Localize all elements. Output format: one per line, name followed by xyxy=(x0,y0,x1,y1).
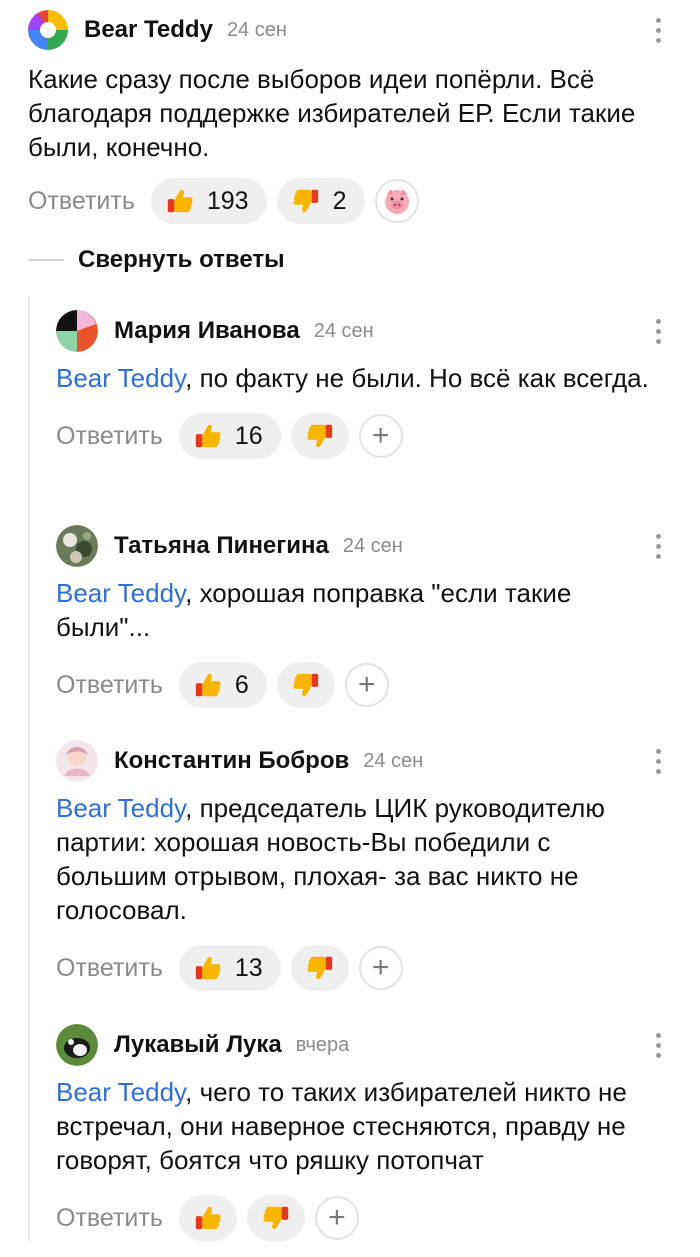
plus-icon: + xyxy=(371,419,390,452)
author-name[interactable]: Лукавый Лука xyxy=(114,1031,282,1059)
reply-button[interactable]: Ответить xyxy=(56,671,163,700)
author-name[interactable]: Bear Teddy xyxy=(84,16,213,44)
thumbs-down-icon xyxy=(261,1203,291,1233)
comment-1: Bear Teddy 24 сен Какие сразу после выбо… xyxy=(28,10,668,224)
plus-icon: + xyxy=(358,668,376,701)
thumbs-up-icon xyxy=(193,953,223,983)
like-button[interactable]: 16 xyxy=(178,413,281,459)
reply-button[interactable]: Ответить xyxy=(56,1204,163,1233)
mention-link[interactable]: Bear Teddy xyxy=(56,793,185,823)
like-count: 16 xyxy=(234,421,263,450)
more-icon[interactable] xyxy=(648,1027,668,1063)
comment-text: Bear Teddy, чего то таких избирателей ни… xyxy=(56,1077,627,1175)
comment-3: Татьяна Пинегина 24 сен Bear Teddy, хоро… xyxy=(56,525,668,708)
thumbs-down-icon xyxy=(305,421,335,451)
reply-button[interactable]: Ответить xyxy=(28,187,135,216)
dislike-button[interactable] xyxy=(290,945,349,991)
collapse-replies-label: Свернуть ответы xyxy=(78,246,285,273)
mention-link[interactable]: Bear Teddy xyxy=(56,363,185,393)
add-reaction-button[interactable]: + xyxy=(314,1196,359,1240)
thumbs-down-icon xyxy=(305,953,335,983)
avatar[interactable] xyxy=(28,10,68,50)
comment-2: Мария Иванова 24 сен Bear Teddy, по факт… xyxy=(56,310,668,459)
avatar[interactable] xyxy=(56,740,98,782)
more-icon[interactable] xyxy=(648,743,668,779)
mention-link[interactable]: Bear Teddy xyxy=(56,578,185,608)
comment-time: 24 сен xyxy=(363,749,424,772)
thumbs-up-icon xyxy=(165,186,195,216)
add-reaction-button[interactable]: + xyxy=(344,663,389,707)
like-button[interactable] xyxy=(178,1195,237,1241)
author-name[interactable]: Константин Бобров xyxy=(114,747,349,775)
comment-time: 24 сен xyxy=(226,18,287,41)
dislike-button[interactable]: 2 xyxy=(276,178,365,224)
reply-button[interactable]: Ответить xyxy=(56,954,163,983)
dislike-count: 2 xyxy=(332,186,347,215)
comment-5: Лукавый Лука вчера Bear Teddy, чего то т… xyxy=(56,1024,668,1241)
like-button[interactable]: 193 xyxy=(150,178,267,224)
like-count: 6 xyxy=(234,670,249,699)
avatar[interactable] xyxy=(56,310,98,352)
comment-text: Какие сразу после выборов идеи попёрли. … xyxy=(28,64,636,162)
plus-icon: + xyxy=(328,1201,346,1234)
more-icon[interactable] xyxy=(648,313,668,349)
comment-time: 24 сен xyxy=(342,534,403,557)
comment-text: Bear Teddy, хорошая поправка "если такие… xyxy=(56,578,572,642)
more-icon[interactable] xyxy=(648,12,668,48)
more-icon[interactable] xyxy=(648,528,668,564)
avatar[interactable] xyxy=(56,525,98,567)
add-reaction-button[interactable]: + xyxy=(358,946,403,990)
divider xyxy=(28,259,64,261)
mention-link[interactable]: Bear Teddy xyxy=(56,1077,185,1107)
thumbs-up-icon xyxy=(193,1203,223,1233)
comment-text: Bear Teddy, председатель ЦИК руководител… xyxy=(56,793,605,925)
pig-face-icon xyxy=(384,189,409,214)
comment-time: вчера xyxy=(295,1033,350,1056)
avatar[interactable] xyxy=(56,1024,98,1066)
author-name[interactable]: Мария Иванова xyxy=(114,317,300,345)
collapse-replies-button[interactable]: Свернуть ответы xyxy=(28,246,285,274)
comment-text: Bear Teddy, по факту не были. Но всё как… xyxy=(56,363,649,393)
thumbs-up-icon xyxy=(193,421,223,451)
like-count: 13 xyxy=(234,953,263,982)
reaction-pig-button[interactable] xyxy=(374,179,419,223)
author-name[interactable]: Татьяна Пинегина xyxy=(114,532,329,560)
thread-line xyxy=(28,296,30,1241)
thumbs-down-icon xyxy=(291,670,321,700)
dislike-button[interactable] xyxy=(246,1195,305,1241)
like-button[interactable]: 13 xyxy=(178,945,281,991)
thumbs-down-icon xyxy=(291,186,321,216)
comment-time: 24 сен xyxy=(313,319,374,342)
plus-icon: + xyxy=(371,951,390,984)
dislike-button[interactable] xyxy=(276,662,335,708)
like-count: 193 xyxy=(206,186,249,215)
like-button[interactable]: 6 xyxy=(178,662,267,708)
comment-4: Константин Бобров 24 сен Bear Teddy, пре… xyxy=(56,740,668,991)
dislike-button[interactable] xyxy=(290,413,349,459)
thumbs-up-icon xyxy=(193,670,223,700)
reply-button[interactable]: Ответить xyxy=(56,422,163,451)
add-reaction-button[interactable]: + xyxy=(358,414,403,458)
